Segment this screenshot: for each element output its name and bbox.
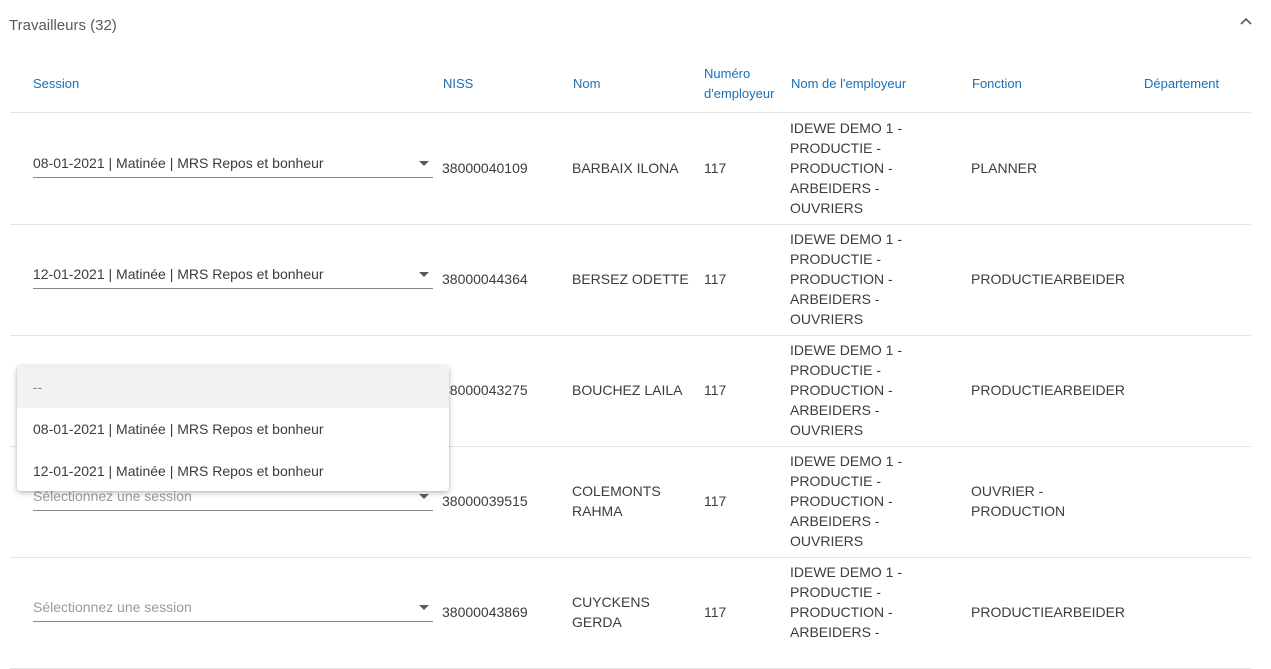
header-numero-line1[interactable]: Numéro xyxy=(704,64,750,84)
session-select[interactable]: Sélectionnez une session xyxy=(33,488,433,511)
panel-title: Travailleurs (32) xyxy=(9,17,117,34)
cell-employeur-line: PRODUCTION - xyxy=(790,382,893,398)
panel-header[interactable]: Travailleurs (32) xyxy=(0,0,1271,52)
cell-employeur-line: ARBEIDERS - xyxy=(790,402,880,418)
cell-numero: 117 xyxy=(704,493,727,509)
cell-fonction: PLANNER xyxy=(971,160,1038,176)
cell-numero: 117 xyxy=(704,604,727,620)
cell-employeur-line: PRODUCTION - xyxy=(790,604,893,620)
session-select[interactable]: 08-01-2021 | Matinée | MRS Repos et bonh… xyxy=(33,155,433,178)
cell-nom: CUYCKENS xyxy=(572,594,650,610)
header-employeur[interactable]: Nom de l'employeur xyxy=(791,74,906,94)
cell-employeur-line: OUVRIERS xyxy=(790,311,864,327)
cell-nom: COLEMONTS xyxy=(572,483,661,499)
session-select-value: 08-01-2021 | Matinée | MRS Repos et bonh… xyxy=(33,155,324,171)
dropdown-option-label: 08-01-2021 | Matinée | MRS Repos et bonh… xyxy=(33,421,324,437)
table-row: 08-01-2021 | Matinée | MRS Repos et bonh… xyxy=(10,113,1251,225)
cell-employeur-line: PRODUCTIE - xyxy=(790,251,881,267)
header-niss[interactable]: NISS xyxy=(443,74,473,94)
cell-numero: 117 xyxy=(704,382,727,398)
cell-employeur-line: PRODUCTION - xyxy=(790,271,893,287)
dropdown-option[interactable]: 08-01-2021 | Matinée | MRS Repos et bonh… xyxy=(17,408,449,450)
cell-nom: BOUCHEZ LAILA xyxy=(572,382,683,398)
header-session[interactable]: Session xyxy=(33,74,79,94)
cell-employeur-line: PRODUCTION - xyxy=(790,493,893,509)
dropdown-option[interactable]: -- xyxy=(17,366,449,408)
caret-down-icon[interactable] xyxy=(419,161,429,166)
dropdown-option-label: -- xyxy=(33,379,43,395)
header-nom[interactable]: Nom xyxy=(573,74,600,94)
caret-down-icon[interactable] xyxy=(419,605,429,610)
cell-employeur-line: PRODUCTIE - xyxy=(790,473,881,489)
cell-fonction: PRODUCTION xyxy=(971,503,1066,519)
cell-employeur-line: PRODUCTIE - xyxy=(790,140,881,156)
table-row: Sélectionnez une session 38000043869 CUY… xyxy=(10,557,1251,669)
cell-niss: 38000043275 xyxy=(442,382,528,398)
caret-down-icon[interactable] xyxy=(419,494,429,499)
header-numero-line2[interactable]: d'employeur xyxy=(704,84,774,104)
dropdown-option[interactable]: 12-01-2021 | Matinée | MRS Repos et bonh… xyxy=(17,450,449,491)
cell-fonction: PRODUCTIEARBEIDER xyxy=(971,604,1126,620)
cell-fonction: OUVRIER - xyxy=(971,483,1044,499)
cell-employeur-line: PRODUCTIE - xyxy=(790,362,881,378)
cell-nom: GERDA xyxy=(572,614,622,630)
cell-employeur-line: IDEWE DEMO 1 - xyxy=(790,453,903,469)
cell-niss: 38000040109 xyxy=(442,160,528,176)
cell-employeur-line: IDEWE DEMO 1 - xyxy=(790,231,903,247)
cell-employeur-line: PRODUCTIE - xyxy=(790,584,881,600)
cell-nom: BARBAIX ILONA xyxy=(572,160,679,176)
chevron-up-icon[interactable] xyxy=(1238,14,1254,30)
session-select[interactable]: 12-01-2021 | Matinée | MRS Repos et bonh… xyxy=(33,266,433,289)
cell-niss: 38000043869 xyxy=(442,604,528,620)
cell-employeur-line: IDEWE DEMO 1 - xyxy=(790,120,903,136)
cell-numero: 117 xyxy=(704,160,727,176)
cell-employeur-line: ARBEIDERS - xyxy=(790,513,880,529)
cell-fonction: PRODUCTIEARBEIDER xyxy=(971,382,1126,398)
cell-employeur-line: ARBEIDERS - xyxy=(790,624,880,640)
session-select-placeholder: Sélectionnez une session xyxy=(33,599,192,615)
dropdown-option-label: 12-01-2021 | Matinée | MRS Repos et bonh… xyxy=(33,463,324,479)
header-fonction[interactable]: Fonction xyxy=(972,74,1022,94)
cell-nom: BERSEZ ODETTE xyxy=(572,271,689,287)
session-dropdown-menu: -- 08-01-2021 | Matinée | MRS Repos et b… xyxy=(17,366,449,491)
cell-fonction: PRODUCTIEARBEIDER xyxy=(971,271,1126,287)
cell-numero: 117 xyxy=(704,271,727,287)
cell-employeur-line: IDEWE DEMO 1 - xyxy=(790,342,903,358)
cell-employeur-line: ARBEIDERS - xyxy=(790,291,880,307)
cell-employeur-line: OUVRIERS xyxy=(790,533,864,549)
cell-employeur-line: PRODUCTION - xyxy=(790,160,893,176)
cell-employeur-line: IDEWE DEMO 1 - xyxy=(790,564,903,580)
cell-niss: 38000044364 xyxy=(442,271,528,287)
cell-employeur-line: ARBEIDERS - xyxy=(790,180,880,196)
header-departement[interactable]: Département xyxy=(1144,74,1219,94)
cell-employeur-line: OUVRIERS xyxy=(790,200,864,216)
session-select[interactable]: Sélectionnez une session xyxy=(33,599,433,622)
cell-nom: RAHMA xyxy=(572,503,623,519)
cell-employeur-line: OUVRIERS xyxy=(790,422,864,438)
caret-down-icon[interactable] xyxy=(419,272,429,277)
cell-niss: 38000039515 xyxy=(442,493,528,509)
table-row: 12-01-2021 | Matinée | MRS Repos et bonh… xyxy=(10,224,1251,336)
session-select-value: 12-01-2021 | Matinée | MRS Repos et bonh… xyxy=(33,266,324,282)
